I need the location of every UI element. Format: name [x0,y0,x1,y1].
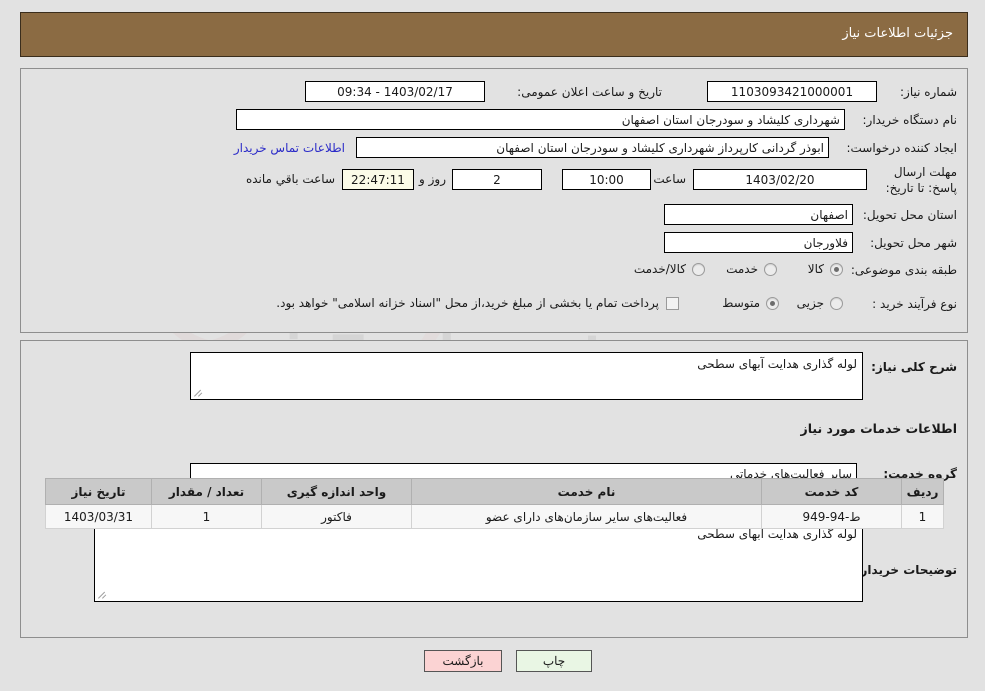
radio-classification-service[interactable] [764,263,777,276]
announce-datetime-label: تاریخ و ساعت اعلان عمومی: [517,85,662,99]
deadline-countdown-field: 22:47:11 [342,169,414,190]
radio-classification-service-label: خدمت [726,262,758,276]
col-header-unit: واحد اندازه گیری [261,478,412,505]
delivery-city-label: شهر محل تحویل: [870,236,957,250]
checkbox-islamic-treasury-bonds-label: پرداخت تمام یا بخشی از مبلغ خرید،از محل … [276,296,659,310]
radio-classification-goods-service-label: کالا/خدمت [633,262,686,276]
cell-service-code: ط-94-949 [761,504,902,529]
general-desc-value: لوله گذاری هدایت آبهای سطحی [697,357,857,371]
checkbox-islamic-treasury-bonds[interactable] [666,297,679,310]
buyer-notes-value: لوله گذاری هدایت آبهای سطحی [697,527,857,541]
col-header-row-number: ردیف [901,478,944,505]
table-header-row: ردیف کد خدمت نام خدمت واحد اندازه گیری ت… [45,478,944,505]
col-header-service-name: نام خدمت [411,478,762,505]
buyer-notes-label: توضیحات خریدار: [855,563,957,577]
deadline-time-field[interactable]: 10:00 [562,169,651,190]
radio-process-minor[interactable] [830,297,843,310]
cell-need-date: 1403/03/31 [45,504,152,529]
radio-classification-goods-service[interactable] [692,263,705,276]
deadline-time-label: ساعت [653,172,686,186]
general-desc-label: شرح کلی نیاز: [871,360,957,374]
radio-classification-goods[interactable] [830,263,843,276]
announce-datetime-field[interactable]: 1403/02/17 - 09:34 [305,81,485,102]
table-row: 1 ط-94-949 فعالیت‌های سایر سازمان‌های دا… [45,504,944,529]
back-button[interactable]: بازگشت [424,650,502,672]
page-header: جزئیات اطلاعات نیاز [20,12,968,57]
deadline-date-field[interactable]: 1403/02/20 [693,169,867,190]
deadline-days-label: روز و [419,172,446,186]
print-button[interactable]: چاپ [516,650,592,672]
buyer-notes-textarea[interactable]: لوله گذاری هدایت آبهای سطحی [94,522,863,602]
resize-grip-icon[interactable] [97,590,107,600]
page-title: جزئیات اطلاعات نیاز [842,26,953,41]
delivery-city-field[interactable]: فلاورجان [664,232,853,253]
resize-grip-icon[interactable] [193,388,203,398]
subject-classification-label: طبقه بندی موضوعی: [850,263,957,277]
services-section-heading: اطلاعات خدمات مورد نیاز [800,421,958,436]
col-header-quantity: تعداد / مقدار [151,478,262,505]
need-number-field[interactable]: 1103093421000001 [707,81,877,102]
cell-row-number: 1 [901,504,944,529]
radio-process-medium[interactable] [766,297,779,310]
cell-service-name: فعالیت‌های سایر سازمان‌های دارای عضو [411,504,762,529]
cell-quantity: 1 [151,504,262,529]
delivery-province-field[interactable]: اصفهان [664,204,853,225]
delivery-province-label: استان محل تحویل: [862,208,957,222]
services-table: ردیف کد خدمت نام خدمت واحد اندازه گیری ت… [45,478,944,529]
purchase-process-label: نوع فرآیند خرید : [872,297,957,311]
deadline-countdown-label: ساعت باقي مانده [245,172,335,186]
request-creator-label: ایجاد کننده درخواست: [846,141,957,155]
need-number-label: شماره نیاز: [900,85,957,99]
radio-classification-goods-label: کالا [807,262,824,276]
buyer-org-label: نام دستگاه خریدار: [862,113,958,127]
deadline-days-field[interactable]: 2 [452,169,542,190]
col-header-service-code: کد خدمت [761,478,902,505]
radio-process-minor-label: جزیی [796,296,824,310]
radio-process-medium-label: متوسط [722,296,760,310]
general-desc-textarea[interactable]: لوله گذاری هدایت آبهای سطحی [190,352,863,400]
deadline-label: مهلت ارسال پاسخ: تا تاریخ: [885,165,957,195]
cell-unit: فاکتور [261,504,412,529]
request-creator-field[interactable]: ابوذر گردانی کارپرداز شهرداری کلیشاد و س… [356,137,829,158]
buyer-org-field[interactable]: شهرداری کلیشاد و سودرجان استان اصفهان [236,109,845,130]
col-header-need-date: تاریخ نیاز [45,478,152,505]
need-summary-panel: شماره نیاز: 1103093421000001 تاریخ و ساع… [20,68,968,333]
buyer-contact-link[interactable]: اطلاعات تماس خریدار [234,141,345,155]
